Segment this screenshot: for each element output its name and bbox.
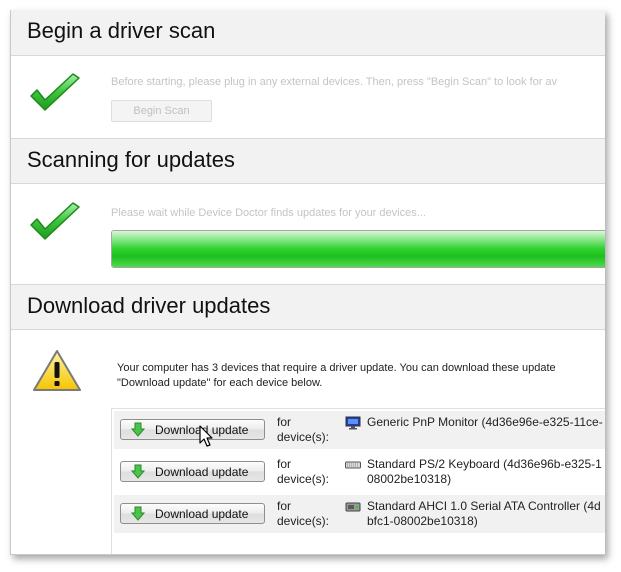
download-update-label: Download update [155, 465, 249, 479]
device-name: Standard PS/2 Keyboard (4d36e96b-e325-1 … [367, 457, 602, 486]
section-title: Download driver updates [27, 293, 271, 318]
keyboard-icon [345, 461, 361, 469]
download-update-label: Download update [155, 507, 249, 521]
download-update-button[interactable]: Download update [120, 503, 265, 524]
device-row: Download update for device(s): Standard … [114, 495, 605, 533]
for-devices-label: for device(s): [277, 415, 330, 444]
download-message-line2: "Download update" for each device below. [117, 377, 323, 389]
mouse-cursor-icon [199, 425, 213, 447]
scan-status-text: Please wait while Device Doctor finds up… [111, 207, 426, 219]
for-devices-label: for device(s): [277, 499, 330, 528]
device-update-table: Download update for device(s): Generic P… [111, 408, 605, 554]
download-arrow-icon [131, 506, 145, 521]
section-header-scanning: Scanning for updates [11, 138, 605, 184]
scan-instructions: Before starting, please plug in any exte… [111, 76, 558, 88]
begin-scan-button[interactable]: Begin Scan [111, 100, 212, 122]
device-name: Generic PnP Monitor (4d36e96e-e325-11ce- [367, 415, 603, 429]
section-header-download: Download driver updates [11, 284, 605, 330]
download-arrow-icon [131, 422, 145, 437]
green-checkmark-icon [30, 73, 80, 111]
monitor-icon [345, 416, 361, 430]
warning-triangle-icon [33, 350, 81, 391]
device-name: Standard AHCI 1.0 Serial ATA Controller … [367, 499, 601, 528]
for-devices-label: for device(s): [277, 457, 330, 486]
download-update-button[interactable]: Download update [120, 419, 265, 440]
device-doctor-window: Begin a driver scan Before starting, ple… [10, 10, 605, 555]
download-arrow-icon [131, 464, 145, 479]
progress-fill [112, 231, 605, 267]
download-update-button[interactable]: Download update [120, 461, 265, 482]
storage-controller-icon [345, 502, 361, 512]
section-header-begin-scan: Begin a driver scan [11, 10, 605, 56]
device-row: Download update for device(s): Standard … [114, 453, 605, 491]
section-title: Scanning for updates [27, 147, 235, 172]
scan-progress-bar [111, 230, 605, 268]
section-title: Begin a driver scan [27, 18, 216, 43]
device-row: Download update for device(s): Generic P… [114, 411, 605, 449]
green-checkmark-icon [30, 202, 80, 240]
download-message-line1: Your computer has 3 devices that require… [117, 362, 556, 374]
